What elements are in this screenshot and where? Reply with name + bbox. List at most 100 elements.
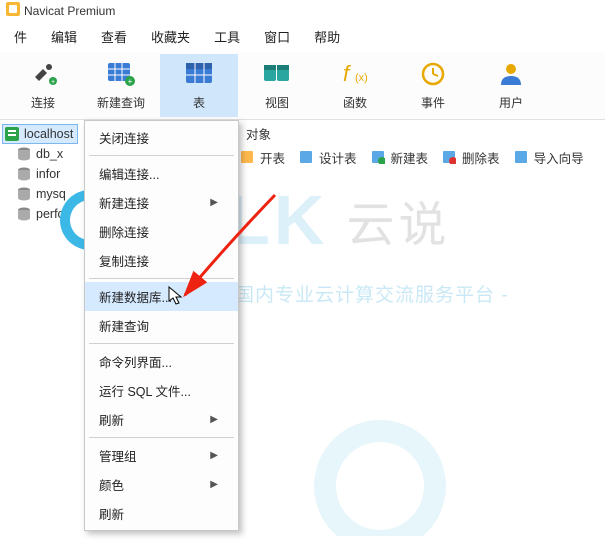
context-menu-item-label: 新建数据库... [99, 287, 172, 306]
svg-text:+: + [128, 77, 133, 86]
menu-file[interactable]: 件 [2, 25, 39, 48]
context-menu-item[interactable]: 刷新▶ [85, 405, 238, 434]
tree-db-3[interactable]: perfo [2, 204, 78, 224]
context-menu-item-label: 刷新 [99, 504, 124, 523]
context-menu-item-label: 关闭连接 [99, 128, 149, 147]
watermark-faint-logo [290, 416, 510, 541]
view-icon [261, 58, 293, 90]
design-table-icon [299, 150, 315, 166]
plug-icon: + [27, 58, 59, 90]
svg-text:+: + [51, 79, 55, 86]
sub-import-wizard[interactable]: 导入向导 [514, 148, 584, 167]
content-tab-objects[interactable]: 对象 [240, 120, 277, 147]
context-menu-item[interactable]: 新建数据库... [85, 282, 238, 311]
tree-db-label: db_x [36, 147, 63, 161]
context-menu-item-label: 颜色 [99, 475, 124, 494]
database-icon [16, 146, 32, 162]
clock-icon [417, 58, 449, 90]
title-bar: Navicat Premium [0, 0, 605, 21]
toolbar-view[interactable]: 视图 [238, 54, 316, 117]
sub-design-table[interactable]: 设计表 [299, 148, 357, 167]
toolbar: + 连接 + 新建查询 表 视图 f(x) 函数 事件 用户 [0, 52, 605, 120]
objects-toolbar: 开表 设计表 新建表 删除表 导入向导 [240, 148, 598, 167]
toolbar-function-label: 函数 [343, 94, 367, 111]
toolbar-event[interactable]: 事件 [394, 54, 472, 117]
context-menu-item[interactable]: 复制连接 [85, 246, 238, 275]
context-menu-item-label: 删除连接 [99, 222, 149, 241]
svg-text:f: f [343, 61, 352, 86]
menu-favorites[interactable]: 收藏夹 [139, 25, 202, 48]
context-menu-separator [89, 155, 234, 156]
toolbar-event-label: 事件 [421, 94, 445, 111]
context-menu-separator [89, 343, 234, 344]
menu-edit[interactable]: 编辑 [39, 25, 89, 48]
app-logo-icon [6, 2, 24, 19]
import-icon [514, 150, 530, 166]
menu-bar: 件 编辑 查看 收藏夹 工具 窗口 帮助 [0, 21, 605, 52]
tree-db-1[interactable]: infor [2, 164, 78, 184]
workspace: TALK云说 - www. k.com- 国内专业云计算交流服务平台 - loc… [0, 120, 605, 511]
chevron-right-icon: ▶ [210, 197, 218, 208]
app-title: Navicat Premium [24, 4, 115, 18]
context-menu-item[interactable]: 删除连接 [85, 217, 238, 246]
context-menu-item[interactable]: 新建连接 ▶ [85, 188, 238, 217]
grid-plus-icon: + [105, 58, 137, 90]
function-icon: f(x) [339, 58, 371, 90]
context-menu-item[interactable]: 运行 SQL 文件... [85, 376, 238, 405]
context-menu-item-label: 管理组 [99, 446, 137, 465]
context-menu-item-label: 新建查询 [99, 316, 149, 335]
toolbar-connect[interactable]: + 连接 [4, 54, 82, 117]
context-menu-item[interactable]: 命令列界面... [85, 347, 238, 376]
chevron-right-icon: ▶ [210, 450, 218, 461]
context-menu-item[interactable]: 颜色 ▶ [85, 470, 238, 499]
context-menu-item[interactable]: 关闭连接 [85, 123, 238, 152]
tree-db-2[interactable]: mysq [2, 184, 78, 204]
context-menu-item[interactable]: 刷新 [85, 499, 238, 528]
toolbar-new-query-label: 新建查询 [97, 94, 145, 111]
svg-text:(x): (x) [355, 72, 368, 84]
tree-db-label: perfo [36, 207, 65, 221]
toolbar-table-label: 表 [193, 94, 205, 111]
context-menu-item-label: 刷新 [99, 410, 124, 429]
sub-open-table[interactable]: 开表 [240, 148, 285, 167]
context-menu-separator [89, 278, 234, 279]
toolbar-new-query[interactable]: + 新建查询 [82, 54, 160, 117]
context-menu-item-label: 新建连接 [99, 193, 149, 212]
tree-root-label: localhost [24, 127, 73, 141]
menu-tools[interactable]: 工具 [202, 25, 252, 48]
toolbar-connect-label: 连接 [31, 94, 55, 111]
sub-delete-table[interactable]: 删除表 [442, 148, 500, 167]
table-icon [183, 58, 215, 90]
context-menu-separator [89, 437, 234, 438]
chevron-right-icon: ▶ [210, 479, 218, 490]
toolbar-user-label: 用户 [499, 94, 523, 111]
user-icon [495, 58, 527, 90]
context-menu: 关闭连接编辑连接... 新建连接 ▶ 删除连接复制连接新建数据库... 新建查询命令列界… [84, 120, 239, 531]
context-menu-item[interactable]: 新建查询 [85, 311, 238, 340]
toolbar-function[interactable]: f(x) 函数 [316, 54, 394, 117]
delete-table-icon [442, 150, 458, 166]
context-menu-item[interactable]: 管理组 ▶ [85, 441, 238, 470]
tree-db-label: mysq [36, 187, 66, 201]
toolbar-user[interactable]: 用户 [472, 54, 550, 117]
toolbar-view-label: 视图 [265, 94, 289, 111]
toolbar-table[interactable]: 表 [160, 54, 238, 117]
menu-help[interactable]: 帮助 [302, 25, 352, 48]
menu-window[interactable]: 窗口 [252, 25, 302, 48]
tree-root-localhost[interactable]: localhost [2, 124, 78, 144]
connection-tree: localhost db_x infor mysq perfo [0, 120, 80, 511]
context-menu-item-label: 运行 SQL 文件... [99, 381, 191, 400]
context-menu-item[interactable]: 编辑连接... [85, 159, 238, 188]
open-table-icon [240, 150, 256, 166]
new-table-icon [371, 150, 387, 166]
context-menu-item-label: 编辑连接... [99, 164, 159, 183]
database-icon [16, 186, 32, 202]
context-menu-item-label: 复制连接 [99, 251, 149, 270]
database-icon [16, 166, 32, 182]
sub-new-table[interactable]: 新建表 [371, 148, 429, 167]
tree-db-0[interactable]: db_x [2, 144, 78, 164]
database-icon [16, 206, 32, 222]
tree-db-label: infor [36, 167, 60, 181]
context-menu-item-label: 命令列界面... [99, 352, 172, 371]
menu-view[interactable]: 查看 [89, 25, 139, 48]
